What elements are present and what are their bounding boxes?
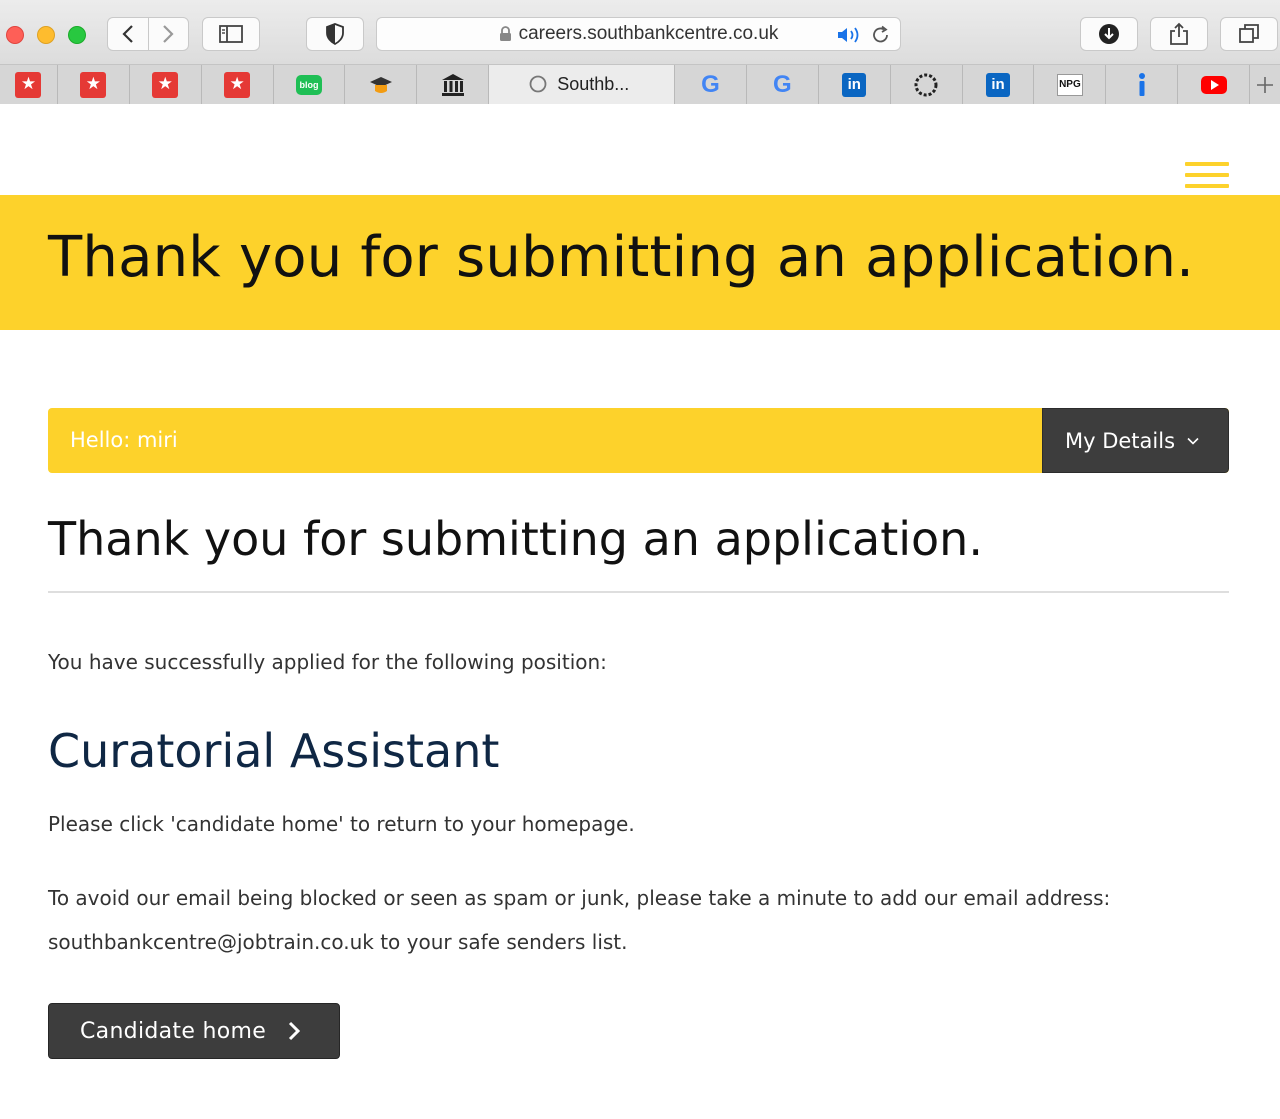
blog-icon: blog	[296, 74, 323, 95]
loading-circle-icon	[529, 75, 547, 93]
star-logo-icon: ★	[152, 71, 179, 98]
page-title: Thank you for submitting an application.	[48, 512, 983, 566]
google-icon: G	[773, 70, 792, 98]
new-tab-button[interactable]	[1250, 65, 1280, 104]
hamburger-line	[1185, 162, 1229, 166]
bookmark-item[interactable]: ★	[58, 65, 130, 104]
bookmark-item[interactable]: G	[675, 65, 747, 104]
bookmark-item[interactable]: G	[747, 65, 819, 104]
address-bar[interactable]: careers.southbankcentre.co.uk	[376, 17, 901, 51]
download-icon	[1099, 24, 1119, 44]
info-icon	[1138, 72, 1145, 96]
intro-text: You have successfully applied for the fo…	[48, 650, 607, 674]
bookmark-item[interactable]	[1106, 65, 1179, 104]
active-tab-label: Southb...	[557, 74, 630, 94]
star-logo-icon: ★	[224, 71, 251, 98]
hero-banner: Thank you for submitting an application.	[0, 195, 1280, 330]
bookmark-item[interactable]: blog	[274, 65, 346, 104]
chevron-left-icon	[122, 25, 133, 43]
reload-icon[interactable]	[871, 25, 891, 51]
privacy-shield-button[interactable]	[306, 17, 364, 51]
divider	[48, 591, 1229, 593]
my-details-dropdown[interactable]: My Details	[1042, 408, 1229, 473]
sidebar-toggle-button[interactable]	[202, 17, 260, 51]
back-button[interactable]	[108, 18, 148, 50]
bookmark-item[interactable]: ★	[0, 65, 58, 104]
url-text: careers.southbankcentre.co.uk	[518, 23, 779, 44]
browser-chrome: careers.southbankcentre.co.uk ★ ★ ★ ★ bl…	[0, 0, 1280, 104]
share-button[interactable]	[1150, 17, 1208, 51]
share-icon	[1170, 22, 1188, 45]
google-icon: G	[701, 70, 720, 98]
hero-title: Thank you for submitting an application.	[48, 225, 1195, 290]
linkedin-icon: in	[842, 72, 867, 97]
bookmark-item[interactable]: in	[963, 65, 1035, 104]
bookmarks-bar: ★ ★ ★ ★ blog Southb... G G in in NPG	[0, 64, 1280, 104]
bookmark-item[interactable]: ★	[130, 65, 202, 104]
circle-dots-icon	[914, 73, 938, 96]
linkedin-icon: in	[986, 72, 1011, 97]
bookmark-item[interactable]	[417, 65, 490, 104]
chevron-right-icon	[163, 25, 174, 43]
bookmark-item[interactable]: NPG	[1034, 65, 1107, 104]
greeting-text: Hello: miri	[70, 428, 178, 452]
museum-icon	[441, 73, 464, 96]
position-title: Curatorial Assistant	[48, 724, 500, 778]
hamburger-line	[1185, 173, 1229, 177]
star-logo-icon: ★	[80, 71, 107, 98]
my-details-label: My Details	[1065, 428, 1176, 453]
sidebar-icon	[219, 25, 243, 43]
home-instruction-text: Please click 'candidate home' to return …	[48, 812, 635, 836]
speaker-icon[interactable]	[836, 25, 862, 51]
zoom-window-button[interactable]	[68, 26, 86, 44]
navigation-buttons	[107, 17, 189, 51]
chevron-right-icon	[288, 1021, 301, 1041]
minimize-window-button[interactable]	[37, 26, 55, 44]
forward-button[interactable]	[147, 18, 189, 50]
graduation-cap-icon	[369, 76, 392, 93]
candidate-home-label: Candidate home	[80, 1018, 267, 1044]
lock-icon	[499, 26, 512, 42]
close-window-button[interactable]	[6, 26, 24, 44]
tabs-icon	[1239, 24, 1259, 43]
spam-notice-text: To avoid our email being blocked or seen…	[48, 886, 1111, 954]
hamburger-line	[1185, 184, 1229, 188]
star-logo-icon: ★	[15, 71, 42, 98]
tab-overview-button[interactable]	[1220, 17, 1278, 51]
bookmark-item[interactable]: ★	[202, 65, 274, 104]
hamburger-menu-icon[interactable]	[1185, 162, 1229, 188]
bookmark-item[interactable]	[345, 65, 418, 104]
greeting-bar: Hello: miri My Details	[48, 408, 1229, 473]
bookmark-item[interactable]	[1178, 65, 1251, 104]
npg-icon: NPG	[1056, 73, 1083, 96]
chevron-down-icon	[1187, 437, 1199, 445]
plus-icon	[1257, 76, 1274, 93]
candidate-home-button[interactable]: Candidate home	[48, 1003, 340, 1059]
browser-toolbar: careers.southbankcentre.co.uk	[0, 0, 1280, 64]
bookmark-item[interactable]: in	[819, 65, 891, 104]
active-tab[interactable]: Southb...	[489, 65, 676, 104]
shield-icon	[326, 23, 344, 45]
bookmark-item[interactable]	[891, 65, 963, 104]
downloads-button[interactable]	[1080, 17, 1138, 51]
youtube-icon	[1200, 75, 1227, 94]
